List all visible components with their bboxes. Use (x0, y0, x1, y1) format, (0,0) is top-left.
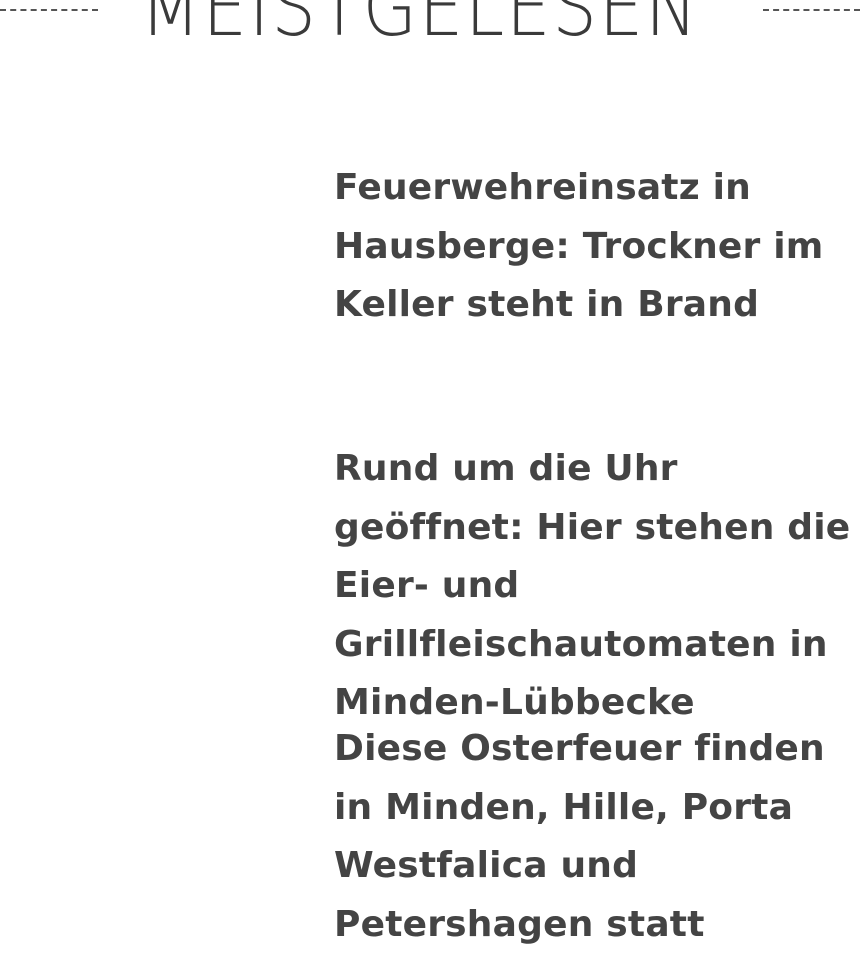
article-link-1[interactable]: Feuerwehreinsatz in Hausberge: Trockner … (334, 159, 834, 335)
article-link-3[interactable]: Diese Osterfeuer finden in Minden, Hille… (334, 720, 860, 954)
article-title-2: Rund um die Uhr geöffnet: Hier stehen di… (334, 448, 851, 723)
article-title-1: Feuerwehreinsatz in Hausberge: Trockner … (334, 167, 824, 325)
article-link-2[interactable]: Rund um die Uhr geöffnet: Hier stehen di… (334, 440, 860, 733)
article-title-3: Diese Osterfeuer finden in Minden, Hille… (334, 728, 825, 945)
most-read-list: Feuerwehreinsatz in Hausberge: Trockner … (0, 0, 860, 975)
